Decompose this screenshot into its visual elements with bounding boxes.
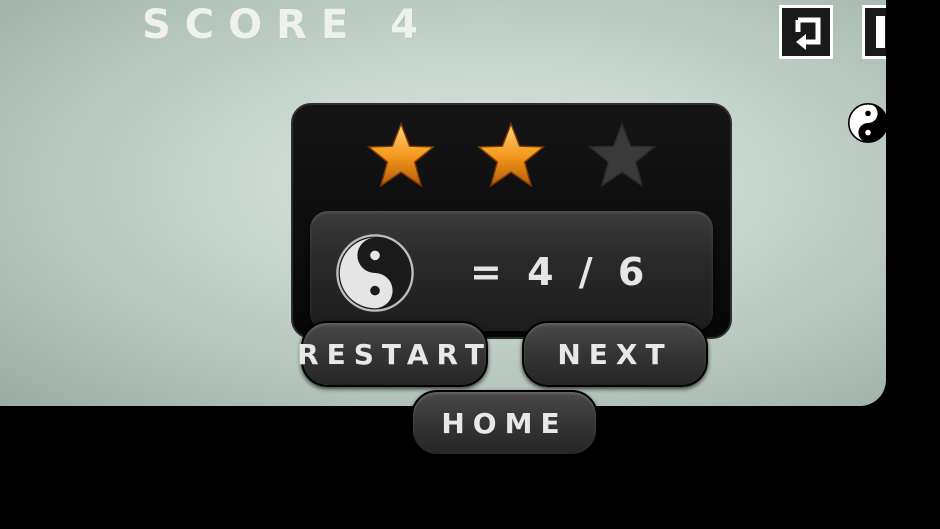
star-icon-3-empty (587, 121, 657, 188)
collected-ratio: = 4 / 6 (470, 250, 651, 294)
restart-button[interactable]: RESTART (297, 321, 488, 387)
yin-yang-icon (336, 234, 414, 312)
level-complete-dialog: = 4 / 6 (291, 103, 732, 339)
star-icon-1 (366, 121, 436, 188)
restart-icon (795, 17, 821, 50)
score-value: 4 (390, 2, 433, 48)
home-button[interactable]: HOME (411, 390, 598, 456)
pause-icon (876, 16, 885, 48)
star-icon-2 (476, 121, 546, 188)
next-button[interactable]: NEXT (522, 321, 708, 387)
pause-button[interactable] (862, 5, 886, 59)
restart-level-button[interactable] (779, 5, 833, 59)
right-border (886, 0, 940, 529)
yin-yang-icon (848, 103, 886, 143)
result-panel: = 4 / 6 (310, 211, 713, 331)
score-display: SCORE 4 (142, 2, 432, 48)
score-label: SCORE (142, 2, 363, 48)
star-rating (293, 105, 730, 205)
